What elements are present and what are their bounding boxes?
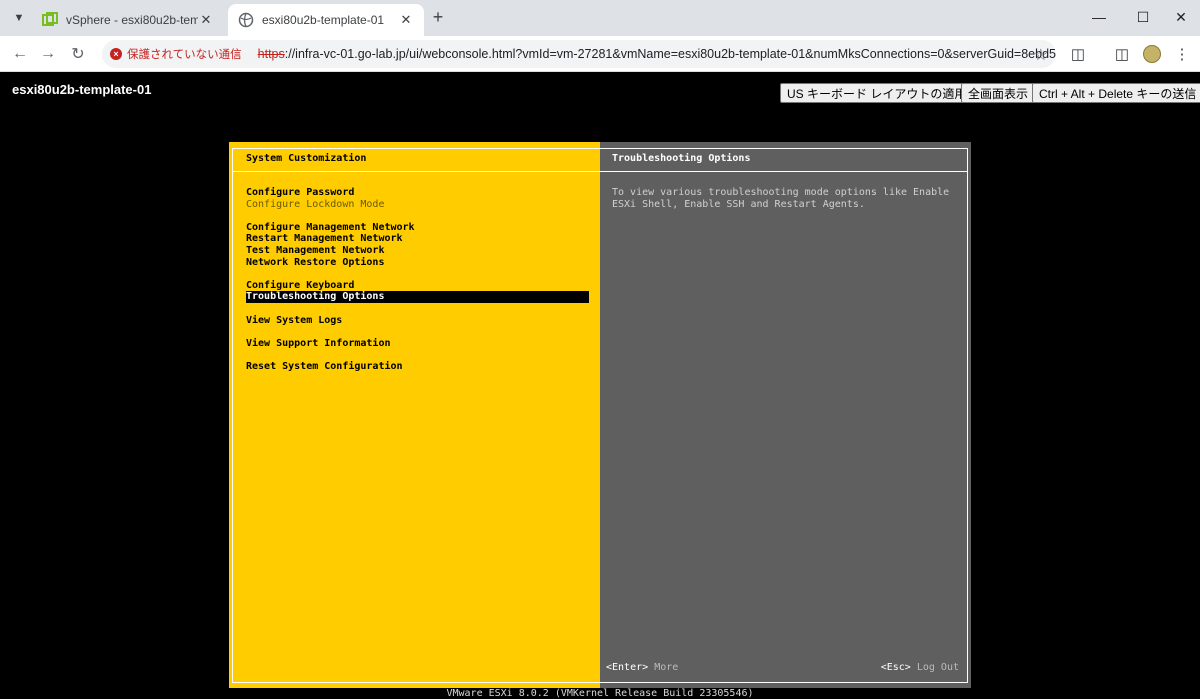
vsphere-icon — [42, 12, 58, 26]
close-window-button[interactable]: ✕ — [1166, 6, 1196, 28]
chevron-down-icon: ▼ — [13, 12, 25, 24]
warning-icon: × — [110, 48, 122, 60]
menu-spacer — [246, 210, 589, 222]
globe-icon — [238, 12, 254, 28]
maximize-icon: ☐ — [1136, 8, 1150, 25]
ctrl-alt-delete-button[interactable]: Ctrl + Alt + Delete キーの送信 — [1032, 83, 1200, 103]
esc-action: Log Out — [916, 662, 959, 673]
side-panel-button[interactable]: ◫ — [1110, 42, 1134, 66]
menu-item-view-system-logs[interactable]: View System Logs — [246, 315, 589, 327]
menu-item-network-restore-options[interactable]: Network Restore Options — [246, 257, 589, 269]
divider — [233, 171, 600, 172]
fullscreen-button[interactable]: 全画面表示 — [961, 83, 1036, 103]
us-keyboard-button[interactable]: US キーボード レイアウトの適用 — [780, 83, 974, 103]
menu-item-test-management-network[interactable]: Test Management Network — [246, 245, 589, 257]
menu-item-configure-password[interactable]: Configure Password — [246, 187, 589, 199]
arrow-left-icon: ← — [12, 45, 28, 62]
maximize-button[interactable]: ☐ — [1128, 6, 1158, 28]
menu-spacer — [246, 303, 589, 315]
customization-menu: Configure Password Configure Lockdown Mod… — [246, 187, 589, 373]
panel-frame — [600, 148, 968, 683]
tab-vsphere[interactable]: vSphere - esxi80u2b-template-01 ✕ — [32, 4, 224, 36]
bookmark-star-icon[interactable]: ☆ — [1034, 45, 1048, 65]
url-scheme: https — [257, 47, 285, 61]
minimize-button[interactable]: — — [1084, 6, 1114, 28]
esc-key: <Esc> — [880, 662, 911, 673]
tab-title: esxi80u2b-template-01 — [262, 13, 385, 27]
esc-hint: <Esc> Log Out — [881, 662, 959, 673]
kebab-menu-icon: ⋮ — [1174, 46, 1190, 63]
tab-console[interactable]: esxi80u2b-template-01 ✕ — [228, 4, 424, 36]
vm-console-screen[interactable]: System Customization Configure Password C… — [229, 142, 971, 688]
divider — [600, 171, 967, 172]
close-icon: ✕ — [1175, 8, 1187, 25]
url-text: ://infra-vc-01.go-lab.jp/ui/webconsole.h… — [284, 47, 1056, 61]
menu-spacer — [246, 268, 589, 280]
security-chip[interactable]: × 保護されていない通信 — [110, 46, 242, 62]
enter-hint: <Enter> More — [606, 662, 678, 673]
esxi-build-status: VMware ESXi 8.0.2 (VMKernel Release Buil… — [446, 688, 754, 699]
profile-button[interactable] — [1140, 42, 1164, 66]
menu-item-configure-lockdown-mode: Configure Lockdown Mode — [246, 198, 385, 210]
minimize-icon: — — [1092, 9, 1106, 25]
address-bar[interactable]: × 保護されていない通信 https ://infra-vc-01.go-lab… — [102, 40, 1056, 68]
troubleshooting-panel: Troubleshooting Options To view various … — [600, 142, 971, 688]
reload-button[interactable]: ↻ — [66, 42, 90, 66]
forward-button[interactable]: → — [36, 42, 60, 66]
menu-item-view-support-information[interactable]: View Support Information — [246, 338, 589, 350]
avatar — [1143, 45, 1161, 63]
arrow-right-icon: → — [40, 45, 56, 62]
close-icon[interactable]: ✕ — [198, 12, 214, 28]
browser-toolbar: ← → ↻ × 保護されていない通信 https ://infra-vc-01.… — [0, 36, 1200, 72]
puzzle-icon: ◫ — [1070, 46, 1086, 63]
close-icon[interactable]: ✕ — [398, 12, 414, 28]
menu-item-configure-management-network[interactable]: Configure Management Network — [246, 222, 589, 234]
menu-button[interactable]: ⋮ — [1170, 42, 1194, 66]
vm-name-title: esxi80u2b-template-01 — [12, 82, 152, 97]
menu-spacer — [246, 326, 589, 338]
new-tab-button[interactable]: + — [428, 8, 448, 28]
panel-title: Troubleshooting Options — [612, 153, 751, 164]
tab-title: vSphere - esxi80u2b-template-01 — [66, 13, 198, 27]
system-customization-panel: System Customization Configure Password C… — [229, 142, 600, 688]
security-label: 保護されていない通信 — [127, 49, 242, 61]
extensions-button[interactable]: ◫ — [1066, 42, 1090, 66]
menu-item-troubleshooting-options[interactable]: Troubleshooting Options — [246, 291, 589, 303]
enter-key: <Enter> — [606, 662, 649, 673]
menu-spacer — [246, 349, 589, 361]
side-panel-icon: ◫ — [1114, 46, 1130, 63]
enter-action: More — [654, 662, 679, 673]
panel-title: System Customization — [246, 153, 367, 164]
reload-icon: ↻ — [71, 46, 85, 63]
option-description: To view various troubleshooting mode opt… — [612, 187, 950, 210]
back-button[interactable]: ← — [8, 42, 32, 66]
menu-item-reset-system-configuration[interactable]: Reset System Configuration — [246, 361, 589, 373]
browser-tab-bar: ▼ vSphere - esxi80u2b-template-01 ✕ esxi… — [0, 0, 1200, 36]
tab-search-button[interactable]: ▼ — [8, 7, 30, 29]
menu-item-configure-keyboard[interactable]: Configure Keyboard — [246, 280, 589, 292]
menu-item-restart-management-network[interactable]: Restart Management Network — [246, 233, 589, 245]
